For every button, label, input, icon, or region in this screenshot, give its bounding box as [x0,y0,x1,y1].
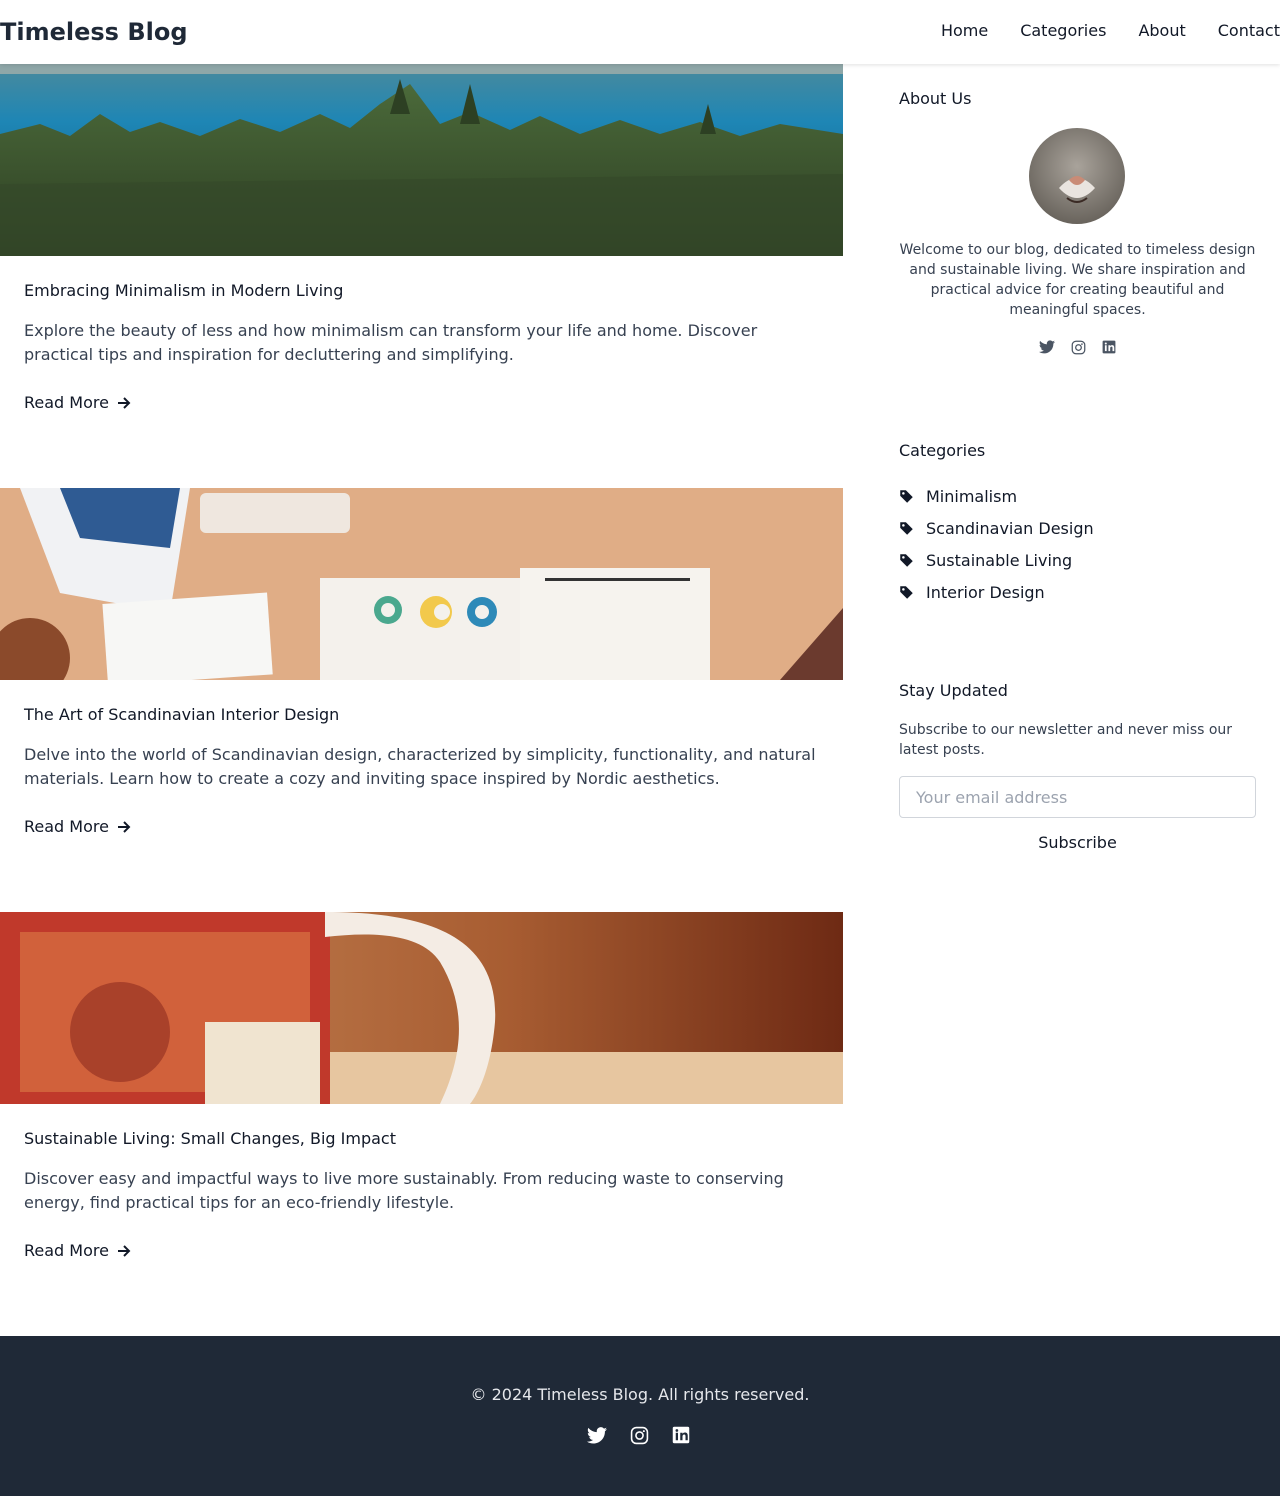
post-card: Sustainable Living: Small Changes, Big I… [0,912,843,1260]
post-card: Embracing Minimalism in Modern Living Ex… [0,64,843,412]
read-more-label: Read More [24,817,109,836]
nav-contact[interactable]: Contact [1218,20,1280,42]
category-item[interactable]: Sustainable Living [899,544,1094,576]
email-field[interactable] [899,776,1256,818]
twitter-icon[interactable] [1038,338,1056,356]
newsletter-heading: Stay Updated [899,681,1008,700]
read-more-label: Read More [24,393,109,412]
nav-about[interactable]: About [1138,20,1185,42]
category-label: Sustainable Living [926,550,1073,570]
site-footer: © 2024 Timeless Blog. All rights reserve… [0,1336,1280,1496]
tag-icon [900,489,913,503]
site-header: Timeless Blog Home Categories About Cont… [0,0,1280,64]
tag-icon [900,553,913,567]
tag-icon [900,585,913,599]
instagram-icon[interactable] [1069,338,1087,356]
subscribe-button[interactable]: Subscribe [899,830,1256,854]
post-title[interactable]: The Art of Scandinavian Interior Design [24,704,339,726]
read-more-link[interactable]: Read More [24,816,131,838]
newsletter-text: Subscribe to our newsletter and never mi… [899,722,1233,758]
post-title[interactable]: Embracing Minimalism in Modern Living [24,280,343,302]
post-title[interactable]: Sustainable Living: Small Changes, Big I… [24,1128,396,1150]
category-item[interactable]: Scandinavian Design [899,512,1094,544]
post-excerpt: Delve into the world of Scandinavian des… [24,745,816,788]
category-label: Interior Design [926,582,1045,602]
linkedin-icon[interactable] [671,1424,691,1446]
twitter-icon[interactable] [587,1424,607,1446]
post-image-forest[interactable] [0,64,843,256]
read-more-link[interactable]: Read More [24,1240,131,1262]
footer-social-links [587,1424,691,1446]
instagram-icon[interactable] [629,1424,649,1446]
arrow-right-icon [117,397,131,409]
category-list: Minimalism Scandinavian Design Sustainab… [899,480,1094,608]
linkedin-icon[interactable] [1100,338,1118,356]
category-item[interactable]: Interior Design [899,576,1094,608]
post-image-mug[interactable] [0,912,843,1104]
category-label: Scandinavian Design [926,518,1094,538]
categories-heading: Categories [899,441,986,460]
site-logo[interactable]: Timeless Blog [0,16,188,48]
avatar [1029,128,1125,224]
arrow-right-icon [117,1245,131,1257]
read-more-label: Read More [24,1241,109,1260]
category-item[interactable]: Minimalism [899,480,1094,512]
about-text: Welcome to our blog, dedicated to timele… [899,242,1256,318]
category-label: Minimalism [926,486,1018,506]
sidebar-social-links [1038,338,1118,356]
arrow-right-icon [117,821,131,833]
nav-home[interactable]: Home [941,20,988,42]
tag-icon [900,521,913,535]
post-excerpt: Discover easy and impactful ways to live… [24,1169,784,1212]
post-card: The Art of Scandinavian Interior Design … [0,488,843,836]
main-nav: Home Categories About Contact [909,20,1280,42]
read-more-link[interactable]: Read More [24,392,131,414]
nav-categories[interactable]: Categories [1020,20,1106,42]
about-heading: About Us [899,89,972,108]
copyright-text: © 2024 Timeless Blog. All rights reserve… [470,1385,810,1404]
post-excerpt: Explore the beauty of less and how minim… [24,321,758,364]
post-image-design-desk[interactable] [0,488,843,680]
